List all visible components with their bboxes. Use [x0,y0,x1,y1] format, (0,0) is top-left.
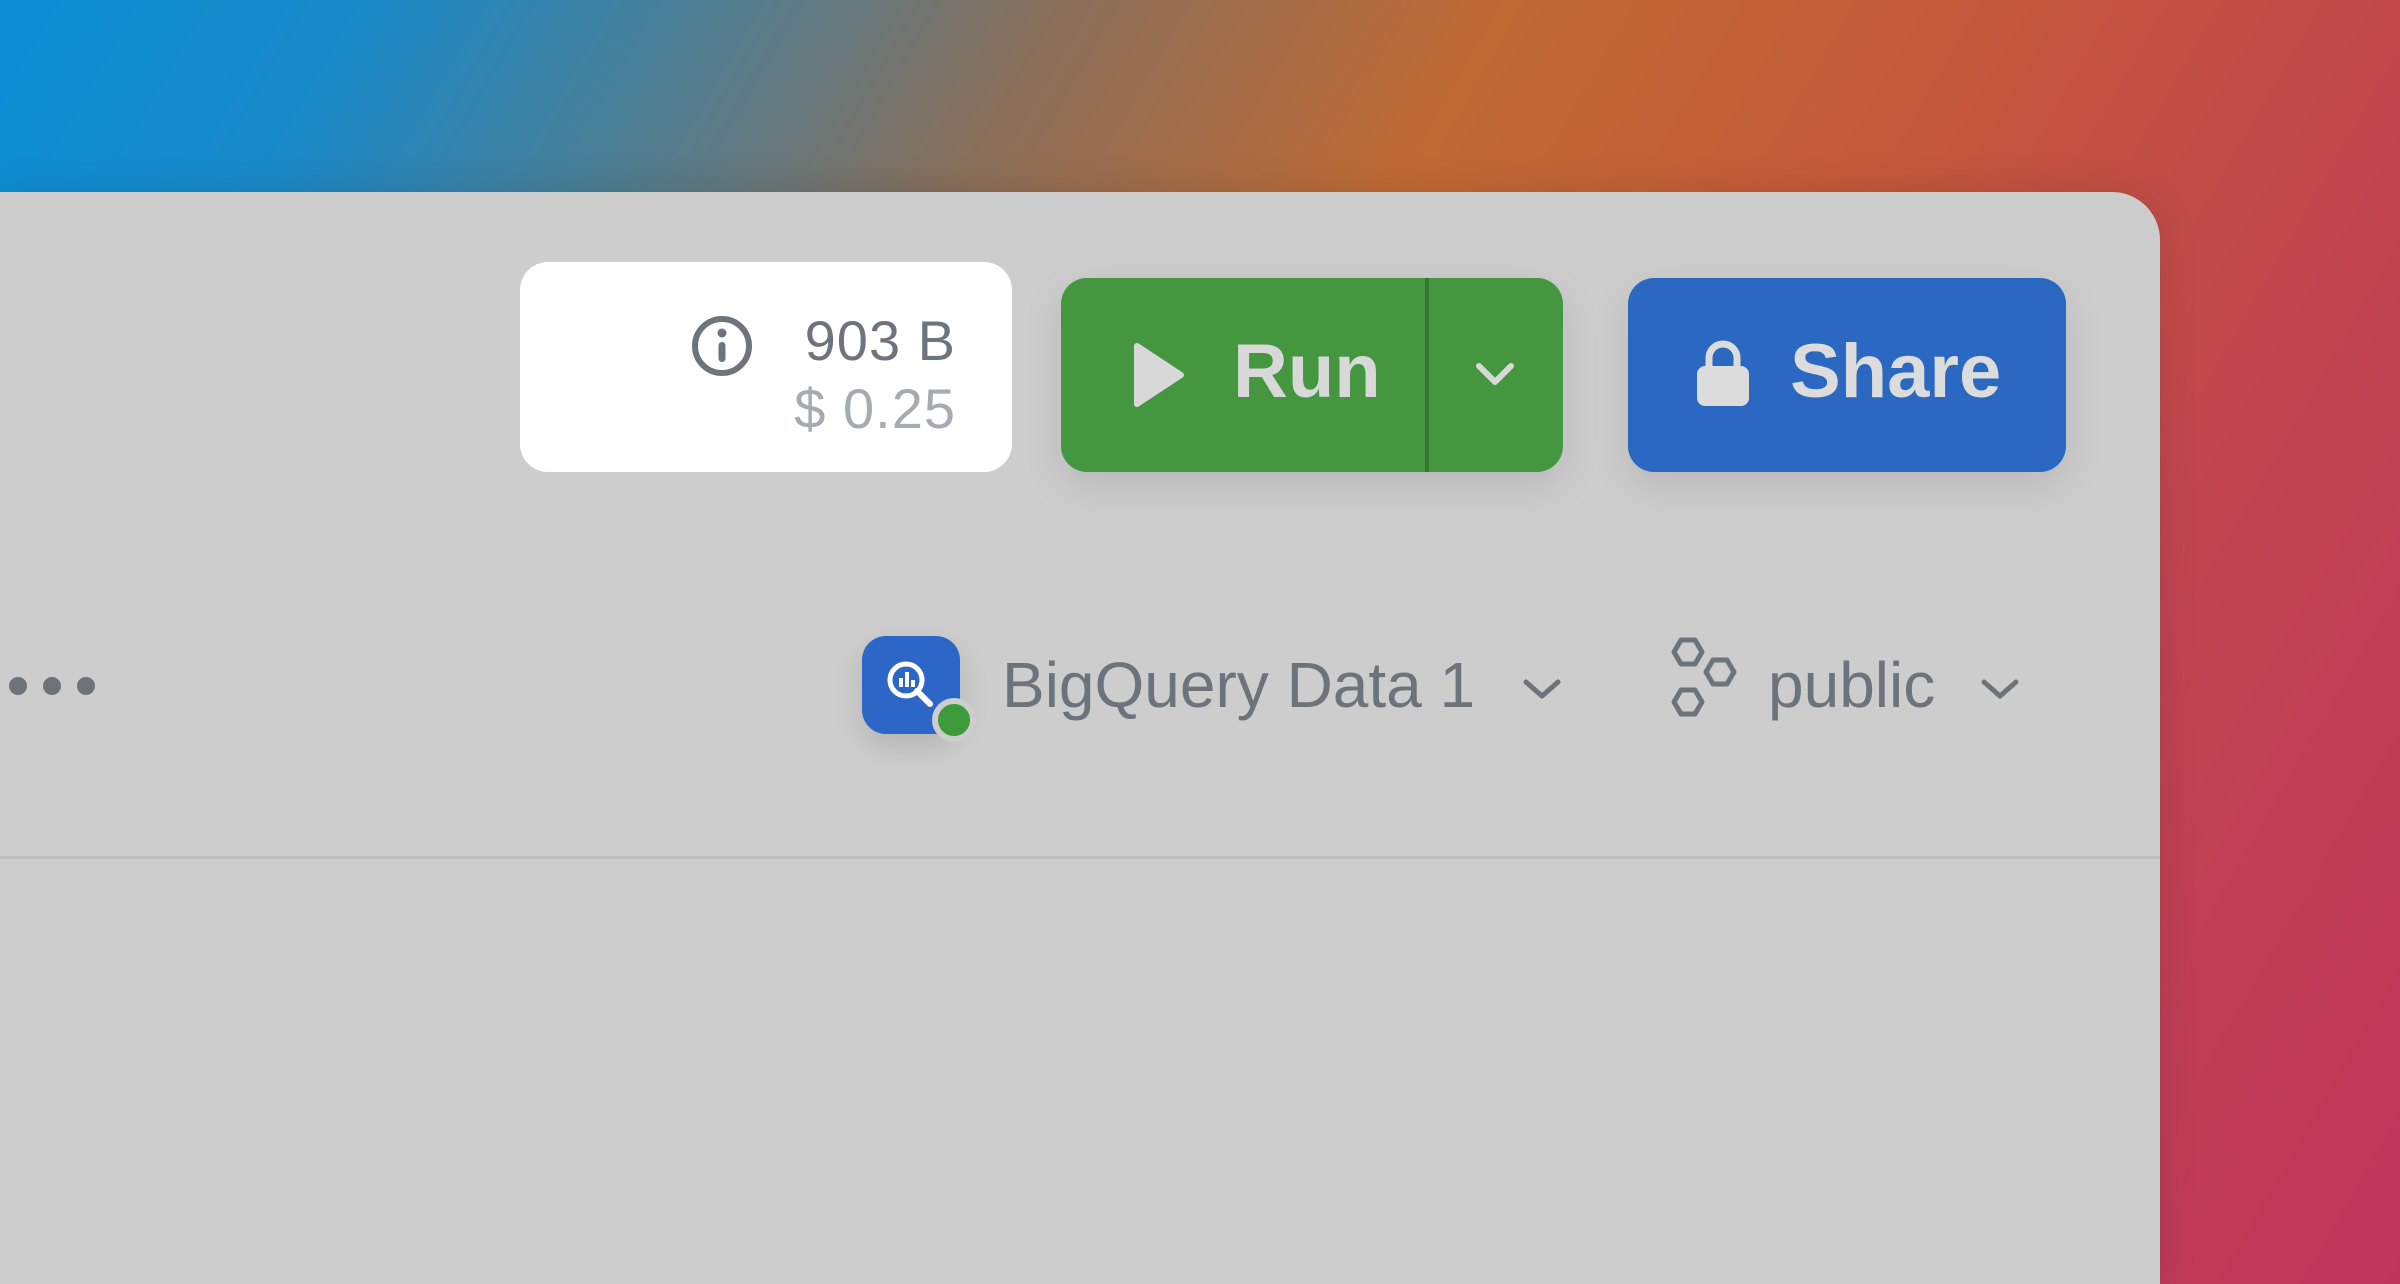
connection-status-dot [932,698,976,742]
run-split-button: Run [1061,278,1563,472]
play-icon [1134,343,1184,407]
info-icon [692,316,752,376]
run-button[interactable]: Run [1061,278,1425,472]
schema-label: public [1768,649,1936,721]
run-button-label: Run [1233,329,1381,414]
data-source-selector[interactable]: BigQuery Data 1 [860,636,1570,756]
run-options-dropdown[interactable] [1429,278,1563,472]
lock-icon [1697,340,1749,406]
share-button-label: Share [1790,329,2002,414]
more-horizontal-icon[interactable] [4,674,100,698]
chevron-down-icon [1523,679,1561,699]
toolbar-divider [0,856,2160,859]
bigquery-glyph-icon [887,661,933,707]
share-button[interactable]: Share [1628,278,2066,472]
hexagons-icon [1671,637,1737,717]
query-price-text: $ 0.25 [794,377,956,440]
query-cost-estimate[interactable]: 903 B $ 0.25 [520,262,1012,472]
chevron-down-icon [1981,679,2019,699]
query-size-text: 903 B [804,309,956,372]
schema-selector[interactable]: public [1660,636,2030,756]
editor-window: 903 B $ 0.25 Run Share BigQuery Data 1 p… [0,192,2160,1284]
data-source-label: BigQuery Data 1 [1002,649,1476,721]
chevron-down-icon [1476,363,1514,385]
